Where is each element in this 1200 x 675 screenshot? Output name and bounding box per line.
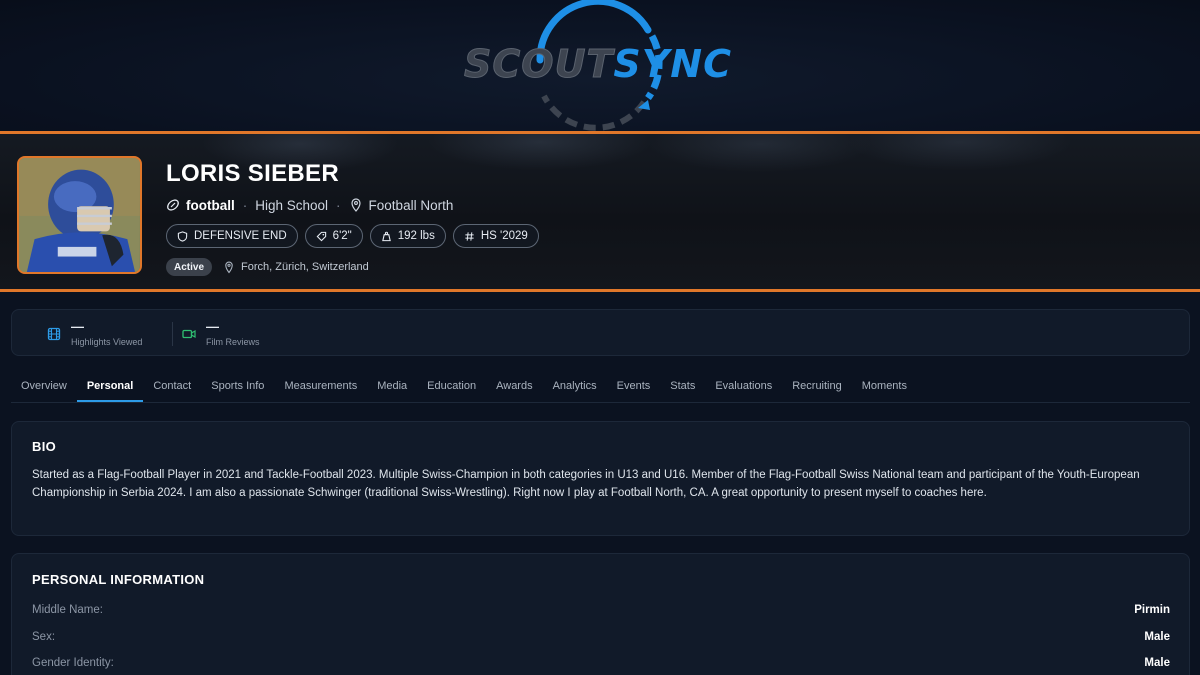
stat-divider [172,322,173,346]
profile-tabs: Overview Personal Contact Sports Info Me… [11,372,1190,403]
tab-education[interactable]: Education [417,372,486,402]
logo-sync-text: SYNC [613,42,732,86]
tab-moments[interactable]: Moments [852,372,917,402]
player-name: LORIS SIEBER [166,160,339,187]
tab-events[interactable]: Events [607,372,661,402]
info-label: Gender Identity: [32,657,114,669]
status-badge: Active [166,258,213,276]
info-value: Pirmin [1134,604,1170,616]
tag-icon [316,231,326,241]
tab-sports-info[interactable]: Sports Info [201,372,274,402]
shield-icon [177,230,188,242]
chip-label: DEFENSIVE END [194,230,287,242]
logo-header: SCOUTSYNC [0,0,1200,132]
tab-evaluations[interactable]: Evaluations [705,372,782,402]
tab-awards[interactable]: Awards [486,372,542,402]
height-chip: 6'2" [304,224,363,248]
chip-label: 6'2" [332,230,352,242]
player-avatar[interactable] [17,156,142,274]
info-label: Sex: [32,631,56,643]
tab-analytics[interactable]: Analytics [543,372,607,402]
weight-chip: 192 lbs [369,224,446,248]
highlights-viewed-stat: — Highlights Viewed [47,320,142,347]
class-year-chip: HS '2029 [452,224,539,248]
player-meta: football · High School · Football North [166,196,453,214]
tab-overview[interactable]: Overview [11,372,77,402]
location-text: Forch, Zürich, Switzerland [241,261,369,273]
info-row-gender-identity: Gender Identity: Male [32,654,1170,672]
weight-icon [381,231,391,241]
video-icon [182,327,196,341]
info-value: Male [1144,657,1170,669]
film-reviews-stat: — Film Reviews [182,320,260,347]
attribute-chips: DEFENSIVE END 6'2" 192 lbs HS '2029 [166,224,539,248]
info-row-sex: Sex: Male [32,628,1170,646]
status-row: Active Forch, Zürich, Switzerland [166,258,369,276]
stat-label: Film Reviews [206,337,260,347]
tab-measurements[interactable]: Measurements [274,372,367,402]
team-label[interactable]: Football North [369,198,454,213]
level-label: High School [255,197,329,213]
bio-card: BIO Started as a Flag-Football Player in… [11,421,1190,536]
info-row-middle-name: Middle Name: Pirmin [32,601,1170,619]
stat-value: — [206,319,219,334]
hash-icon [465,231,474,241]
info-label: Middle Name: [32,604,103,616]
position-chip: DEFENSIVE END [166,224,298,248]
player-photo [19,158,140,272]
tab-stats[interactable]: Stats [660,372,705,402]
tab-media[interactable]: Media [367,372,417,402]
chip-label: HS '2029 [480,230,528,242]
profile-hero: LORIS SIEBER football · High School · Fo… [0,131,1200,292]
separator-dot: · [336,197,341,213]
football-icon [166,198,180,212]
bio-text: Started as a Flag-Football Player in 202… [32,469,1140,499]
film-icon [47,327,61,341]
stat-value: — [71,319,84,334]
sport-label: football [186,197,235,213]
map-pin-icon [349,198,363,212]
stat-label: Highlights Viewed [71,337,143,347]
tab-recruiting[interactable]: Recruiting [782,372,852,402]
personal-info-card: PERSONAL INFORMATION Middle Name: Pirmin… [11,553,1190,675]
engagement-stats: — Highlights Viewed — Film Reviews [11,309,1190,356]
personal-info-title: PERSONAL INFORMATION [32,572,205,587]
chip-label: 192 lbs [397,230,435,242]
logo-wordmark: SCOUTSYNC [452,42,744,87]
tab-contact[interactable]: Contact [143,372,201,402]
logo-scout-text: SCOUT [464,42,614,87]
info-value: Male [1144,631,1170,643]
separator-dot: · [242,197,248,213]
map-pin-icon [222,260,236,274]
hometown: Forch, Zürich, Switzerland [222,260,369,274]
scoutsync-logo[interactable]: SCOUTSYNC [448,0,748,132]
tab-personal[interactable]: Personal [76,372,144,402]
bio-title: BIO [32,439,57,454]
